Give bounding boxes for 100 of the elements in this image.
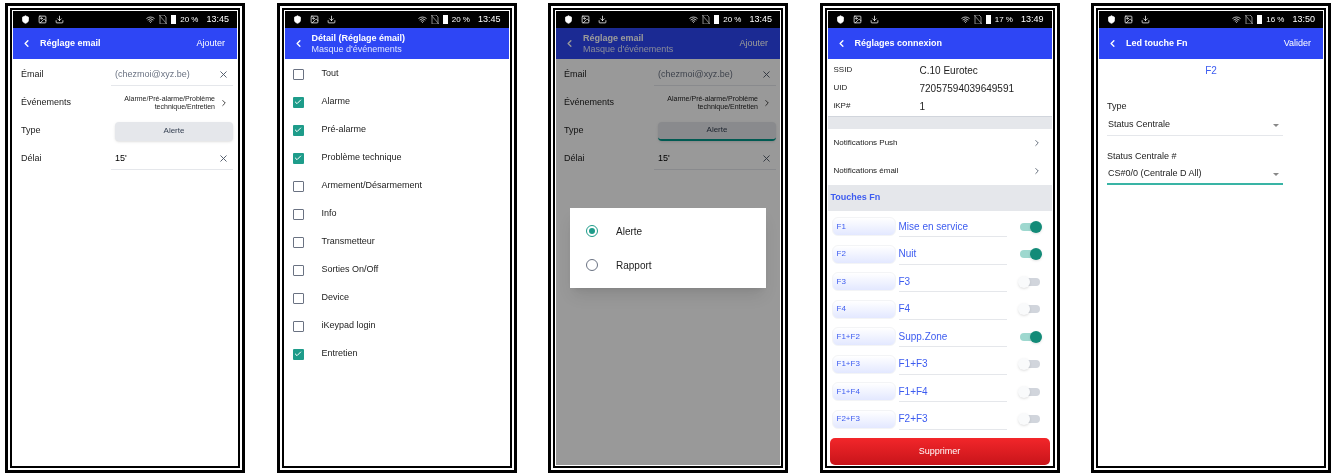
radio-label: Rapport <box>616 258 652 273</box>
toggle-switch[interactable] <box>1017 413 1042 426</box>
field-label: Émail <box>564 68 587 82</box>
checkbox[interactable] <box>292 180 304 192</box>
battery-percent: 16 % <box>1266 13 1285 26</box>
text-field[interactable]: (chezmoi@xyz.be) <box>111 64 233 86</box>
battery-icon <box>442 15 448 24</box>
fn-label-field[interactable]: F3 <box>898 271 1007 293</box>
fn-label-field[interactable]: F4 <box>898 298 1007 320</box>
checkbox[interactable] <box>292 208 304 220</box>
no-sim-icon <box>1245 15 1254 24</box>
field-label: Délai <box>564 152 585 166</box>
text-field[interactable]: 15' <box>111 148 233 170</box>
fn-label-field[interactable]: Mise en service <box>898 216 1007 238</box>
checkbox[interactable] <box>292 68 304 80</box>
checkbox[interactable] <box>292 96 304 108</box>
field-label: Type <box>21 124 41 138</box>
toggle-switch[interactable] <box>1017 385 1042 398</box>
fn-key-field[interactable]: F2+F3 <box>831 409 896 429</box>
field-label: Délai <box>21 152 42 166</box>
checkbox[interactable] <box>292 152 304 164</box>
checkbox[interactable] <box>292 292 304 304</box>
header-action[interactable]: Ajouter <box>196 36 225 51</box>
radio-label: Alerte <box>616 224 643 239</box>
option-label: Alarme <box>321 95 350 109</box>
shield-icon <box>292 15 302 24</box>
checkbox[interactable] <box>292 348 304 360</box>
no-sim-icon <box>159 15 168 24</box>
header-title: Détail (Réglage émail) <box>311 32 406 44</box>
shield-icon <box>835 15 845 24</box>
text-field[interactable]: (chezmoi@xyz.be) <box>654 64 776 86</box>
delete-button[interactable]: Supprimer <box>829 438 1050 465</box>
clock-time: 13:45 <box>206 12 229 26</box>
clock-time: 13:45 <box>749 12 772 26</box>
battery-percent: 20 % <box>451 13 470 26</box>
clear-icon[interactable] <box>218 69 229 80</box>
download-icon <box>55 15 64 24</box>
download-icon <box>1141 15 1150 24</box>
chevron-right-icon[interactable] <box>219 98 229 108</box>
wifi-icon <box>689 15 699 24</box>
header-action[interactable]: Valider <box>1283 36 1311 51</box>
fn-key-field[interactable]: F1+F3 <box>831 354 896 374</box>
settings-link[interactable]: Notifications émail <box>833 165 899 177</box>
download-icon <box>869 15 879 24</box>
fn-label-field[interactable]: Nuit <box>898 243 1007 265</box>
clock-time: 13:49 <box>1020 12 1044 26</box>
clear-icon[interactable] <box>218 153 229 164</box>
toggle-switch[interactable] <box>1017 358 1042 371</box>
battery-icon <box>1257 15 1263 24</box>
download-icon <box>326 15 336 24</box>
type-button[interactable]: Alerte <box>658 121 776 141</box>
header-subtitle: Masque d'événements <box>583 43 674 55</box>
fn-label-field[interactable]: F1+F3 <box>898 353 1007 375</box>
battery-percent: 20 % <box>723 13 742 26</box>
dropdown-caret-icon <box>1273 172 1279 176</box>
checkbox[interactable] <box>292 236 304 248</box>
header-action[interactable]: Ajouter <box>739 36 768 51</box>
dropdown-select[interactable]: CS#0/0 (Centrale D All) <box>1107 165 1283 185</box>
key-title: F2 <box>1204 64 1218 78</box>
dropdown-select[interactable]: Status Centrale <box>1107 115 1283 136</box>
battery-icon <box>714 15 720 24</box>
fn-key-field[interactable]: F1+F4 <box>831 382 896 402</box>
info-label: SSID <box>833 64 854 76</box>
header-title: Réglages connexion <box>854 38 943 49</box>
info-value: 1 <box>919 99 926 114</box>
download-icon <box>598 15 607 24</box>
chevron-right-icon[interactable] <box>762 98 772 108</box>
fn-key-field[interactable]: F4 <box>831 299 896 319</box>
clear-icon[interactable] <box>761 153 772 164</box>
wifi-icon <box>146 15 156 24</box>
settings-link[interactable]: Notifications Push <box>833 137 898 149</box>
text-field[interactable]: 15' <box>654 148 776 170</box>
no-sim-icon <box>702 15 711 24</box>
field-label: Émail <box>21 68 44 82</box>
fn-key-field[interactable]: F1+F2 <box>831 327 896 347</box>
wifi-icon <box>1232 15 1242 24</box>
field-label: Événements <box>21 96 72 110</box>
fn-key-field[interactable]: F1 <box>831 217 896 237</box>
clear-icon[interactable] <box>761 69 772 80</box>
fn-label-field[interactable]: F2+F3 <box>898 408 1007 430</box>
toggle-switch[interactable] <box>1017 303 1042 316</box>
shield-icon <box>21 15 30 24</box>
fn-label-field[interactable]: Supp.Zone <box>898 326 1007 348</box>
battery-icon <box>985 15 991 24</box>
toggle-switch[interactable] <box>1017 275 1042 288</box>
info-label: iKP# <box>833 100 852 112</box>
image-icon <box>38 15 47 24</box>
fn-key-field[interactable]: F3 <box>831 272 896 292</box>
checkbox[interactable] <box>292 124 304 136</box>
type-button[interactable]: Alerte <box>115 121 233 141</box>
option-label: Sorties On/Off <box>321 263 379 277</box>
image-icon <box>309 15 319 24</box>
dropdown-caret-icon <box>1273 123 1279 127</box>
fn-key-field[interactable]: F2 <box>831 244 896 264</box>
fn-label-field[interactable]: F1+F4 <box>898 381 1007 403</box>
info-value: C.10 Eurotec <box>919 63 978 78</box>
image-icon <box>852 15 862 24</box>
checkbox[interactable] <box>292 320 304 332</box>
info-label: UID <box>833 82 849 94</box>
checkbox[interactable] <box>292 264 304 276</box>
